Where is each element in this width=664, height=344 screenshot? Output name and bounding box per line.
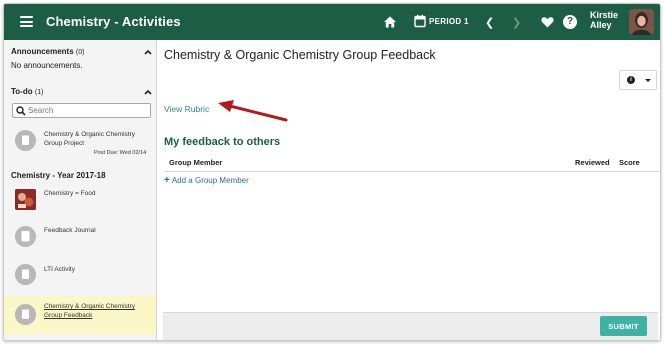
app-title: Chemistry - Activities: [46, 14, 181, 29]
plus-icon: +: [164, 175, 170, 186]
course-item-feedback-journal[interactable]: Feedback Journal: [4, 223, 156, 249]
hamburger-menu-icon[interactable]: [20, 16, 33, 27]
calendar-icon[interactable]: [414, 14, 426, 28]
previous-period-chevron-icon[interactable]: ❮: [485, 16, 494, 29]
announcements-header: Announcements (0): [11, 47, 84, 56]
course-item-label: LTI Activity: [44, 266, 75, 273]
info-dropdown-button[interactable]: i: [619, 70, 657, 90]
header-divider: [164, 171, 660, 172]
assignment-circle-icon: [15, 130, 36, 151]
add-group-member-label: Add a Group Member: [171, 176, 249, 185]
sidebar-search[interactable]: [12, 103, 151, 118]
info-icon: i: [627, 76, 635, 84]
footer-bar: SUBMIT: [163, 312, 658, 340]
view-rubric-link[interactable]: View Rubric: [164, 104, 209, 114]
column-header-score: Score: [619, 158, 640, 167]
todo-item-label: Chemistry & Organic Chemistry Group Proj…: [44, 131, 136, 147]
course-item-label: Chemistry & Organic Chemistry Group Feed…: [44, 303, 136, 319]
lti-circle-icon: [15, 264, 36, 285]
user-name[interactable]: Kirstie Alley: [590, 10, 630, 30]
collapse-todo-chevron-icon[interactable]: [144, 89, 152, 95]
main-content: Chemistry & Organic Chemistry Group Feed…: [158, 40, 660, 340]
annotation-arrow-icon: [218, 100, 288, 122]
todo-count: (1): [34, 89, 44, 96]
no-announcements-text: No announcements.: [11, 61, 83, 70]
heart-icon[interactable]: [541, 16, 554, 28]
app-window: Chemistry - Activities PERIOD 1 ❮ ❯ ? Ki…: [3, 3, 661, 341]
column-header-group-member: Group Member: [169, 158, 223, 167]
home-icon[interactable]: [383, 15, 397, 29]
user-first-name: Kirstie: [590, 10, 619, 20]
todo-item[interactable]: Chemistry & Organic Chemistry Group Proj…: [4, 125, 156, 161]
announcements-count: (0): [75, 49, 85, 56]
column-header-reviewed: Reviewed: [575, 158, 610, 167]
todo-title: To-do: [11, 87, 33, 96]
course-item-label: Chemistry = Food: [44, 190, 96, 197]
course-item-chemistry-food[interactable]: Chemistry = Food: [4, 186, 156, 212]
user-avatar[interactable]: [629, 9, 654, 35]
collapse-announcements-chevron-icon[interactable]: [144, 49, 152, 55]
food-thumbnail-icon: [15, 189, 36, 210]
course-item-group-feedback[interactable]: Chemistry & Organic Chemistry Group Feed…: [4, 296, 156, 334]
next-period-chevron-icon[interactable]: ❯: [512, 16, 521, 29]
period-selector[interactable]: PERIOD 1: [429, 17, 469, 26]
top-bar: Chemistry - Activities PERIOD 1 ❮ ❯ ? Ki…: [4, 4, 660, 40]
course-item-lti-activity[interactable]: LTI Activity: [4, 261, 156, 287]
section-title: My feedback to others: [164, 136, 281, 148]
caret-down-icon: [645, 79, 651, 82]
feedback-circle-icon: [15, 304, 36, 325]
help-icon[interactable]: ?: [563, 15, 577, 29]
course-title: Chemistry - Year 2017-18: [11, 171, 106, 180]
journal-circle-icon: [15, 226, 36, 247]
course-item-label: Feedback Journal: [44, 227, 96, 234]
sidebar: Announcements (0) No announcements. To-d…: [4, 40, 157, 340]
page-title: Chemistry & Organic Chemistry Group Feed…: [164, 48, 436, 62]
todo-due-date: Post Due: Wed 02/14: [94, 150, 147, 156]
user-last-name: Alley: [590, 20, 612, 30]
todo-header: To-do (1): [11, 87, 43, 96]
announcements-title: Announcements: [11, 47, 74, 56]
search-input[interactable]: [28, 105, 148, 116]
add-group-member-link[interactable]: + Add a Group Member: [164, 175, 249, 186]
submit-button[interactable]: SUBMIT: [600, 316, 647, 336]
search-icon: [16, 106, 26, 116]
